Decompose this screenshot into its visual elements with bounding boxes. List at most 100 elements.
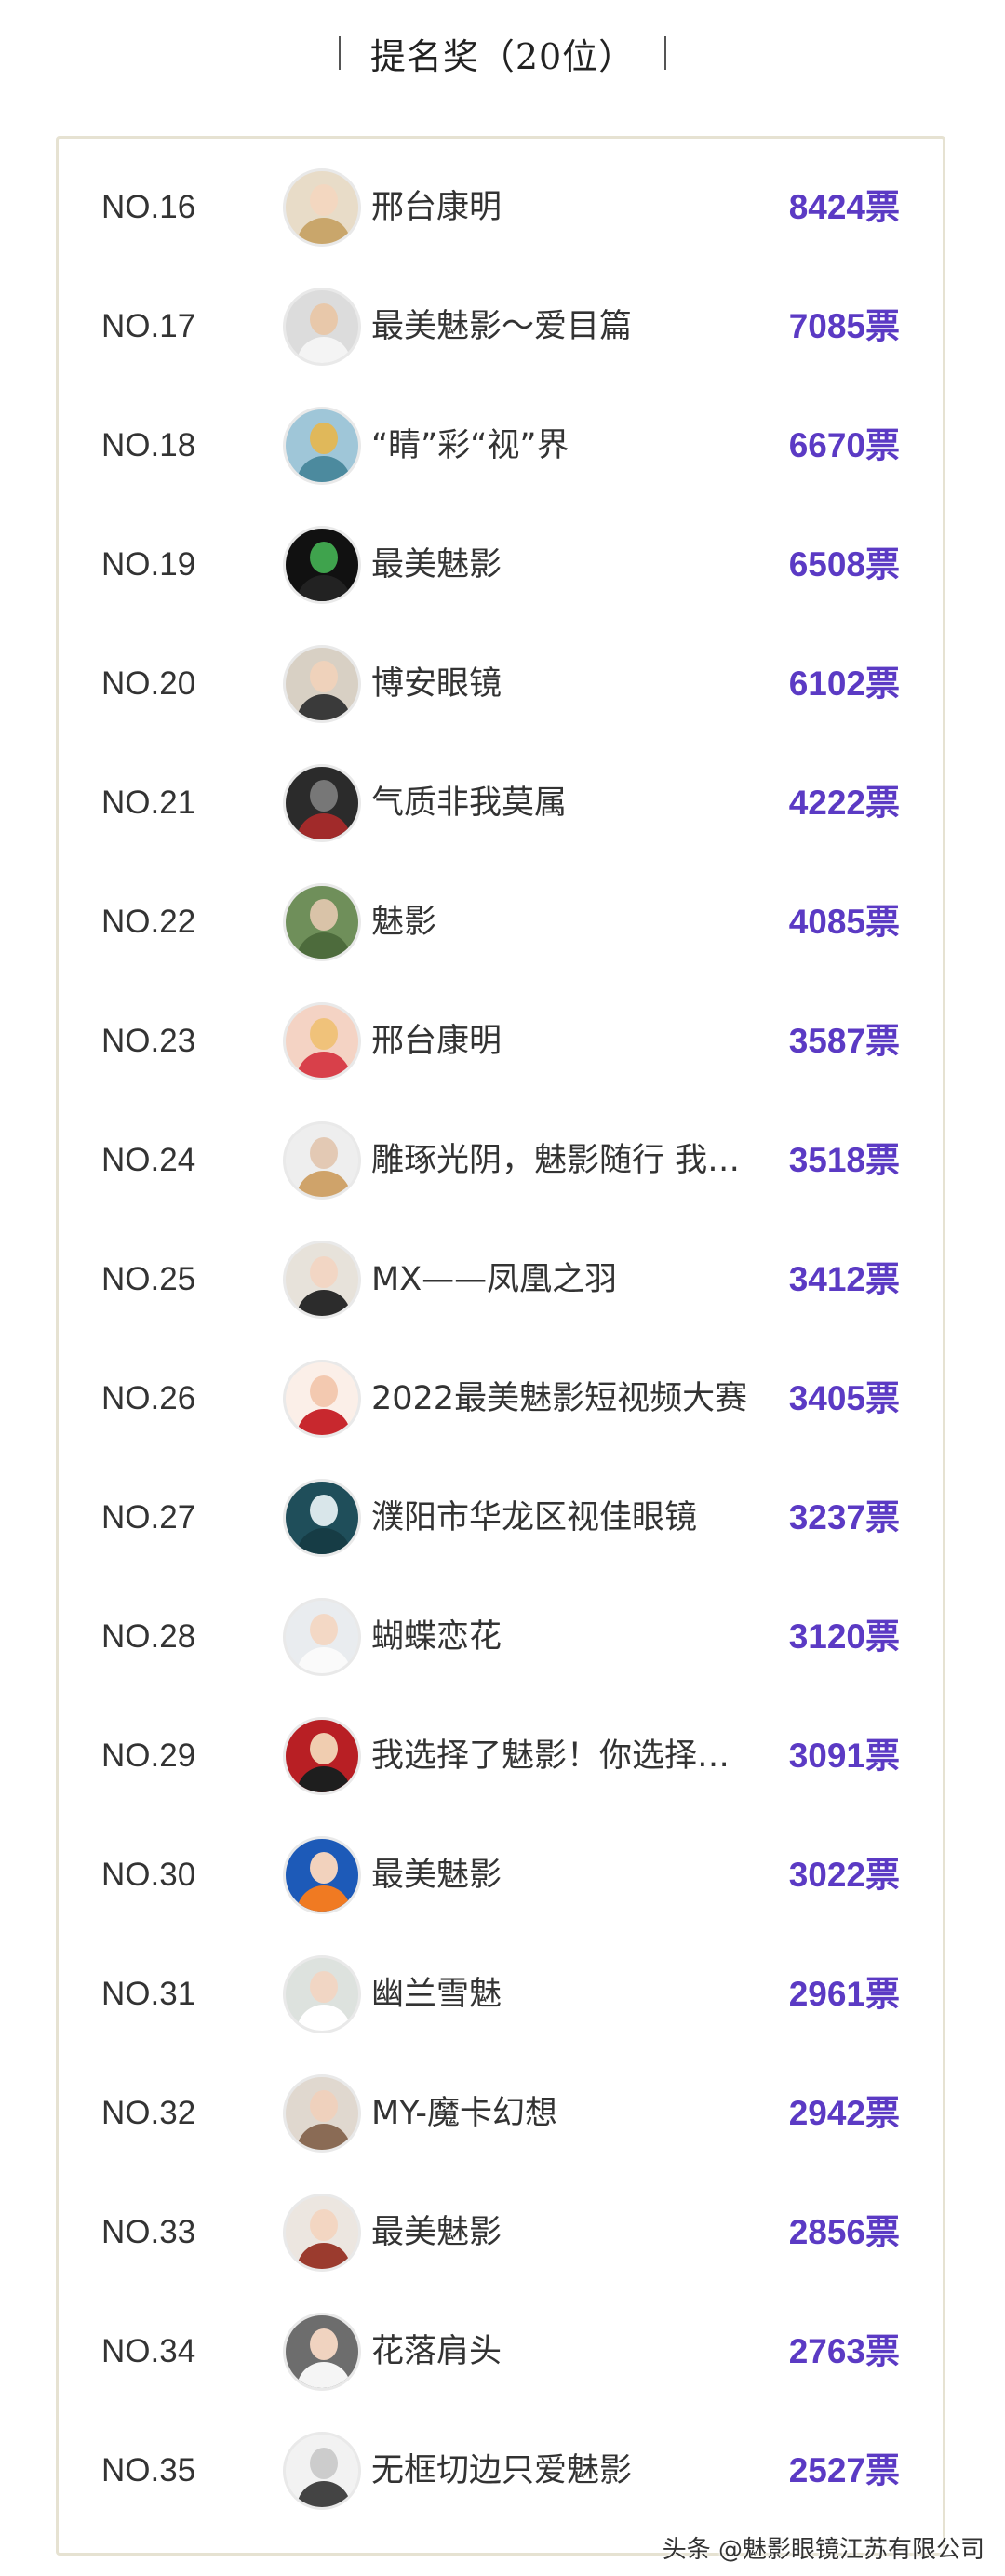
vote-number: 6102 [788,664,865,703]
nominee-name[interactable]: 气质非我莫属 [371,744,760,863]
list-item[interactable]: NO.33 最美魅影 2856票 [59,2173,943,2292]
list-item[interactable]: NO.25 MX——凤凰之羽 3412票 [59,1220,943,1339]
list-item[interactable]: NO.34 花落肩头 2763票 [59,2292,943,2411]
avatar[interactable] [283,1002,361,1080]
list-item[interactable]: NO.27 濮阳市华龙区视佳眼镜 3237票 [59,1458,943,1577]
vote-suffix: 票 [865,784,900,822]
vote-suffix: 票 [865,1617,900,1656]
avatar-body [297,1409,351,1435]
avatar[interactable] [283,645,361,723]
avatar[interactable] [283,2432,361,2510]
nominee-name[interactable]: 最美魅影～爱目篇 [371,267,760,386]
page-header: 提名奖（20位） [0,20,1005,86]
avatar[interactable] [283,2313,361,2391]
avatar-body [297,575,351,601]
nominee-name[interactable]: 最美魅影 [371,505,760,624]
avatar[interactable] [283,2194,361,2272]
list-item[interactable]: NO.21 气质非我莫属 4222票 [59,744,943,863]
nominee-name[interactable]: 蝴蝶恋花 [371,1577,760,1697]
avatar[interactable] [283,1360,361,1438]
vote-count: 4085票 [789,863,900,982]
avatar[interactable] [283,883,361,961]
list-item[interactable]: NO.17 最美魅影～爱目篇 7085票 [59,267,943,386]
nominee-list: NO.16 邢台康明 8424票 NO.17 最美魅影～爱目篇 7085票 NO.18 “睛”… [56,136,945,2556]
avatar[interactable] [283,1955,361,2033]
list-item[interactable]: NO.18 “睛”彩“视”界 6670票 [59,386,943,505]
avatar[interactable] [283,1479,361,1557]
rank-label: NO.17 [101,308,196,344]
nominee-name[interactable]: MY-魔卡幻想 [371,2054,760,2173]
vote-count: 6102票 [789,624,900,744]
nominee-name[interactable]: 最美魅影 [371,2173,760,2292]
list-item[interactable]: NO.24 雕琢光阴，魅影随行 我型我秀 3518票 [59,1101,943,1220]
list-item[interactable]: NO.28 蝴蝶恋花 3120票 [59,1577,943,1697]
avatar[interactable] [283,1836,361,1914]
nominee-name[interactable]: 魅影 [371,863,760,982]
avatar-face [310,423,338,454]
list-item[interactable]: NO.29 我选择了魅影！你选择了吗？ 3091票 [59,1697,943,1816]
avatar[interactable] [283,1598,361,1676]
avatar[interactable] [283,1121,361,1200]
vote-count: 8424票 [789,148,900,267]
avatar-body [297,1885,351,1912]
nominee-name[interactable]: 邢台康明 [371,148,760,267]
nominee-name[interactable]: 2022最美魅影短视频大赛 [371,1339,760,1458]
vote-number: 2961 [788,1975,865,2013]
avatar[interactable] [283,288,361,366]
vote-count: 6670票 [789,386,900,505]
avatar-face [310,780,338,812]
list-item[interactable]: NO.31 幽兰雪魅 2961票 [59,1935,943,2054]
avatar-face [310,1018,338,1050]
list-item[interactable]: NO.16 邢台康明 8424票 [59,148,943,267]
nominee-name[interactable]: 我选择了魅影！你选择了吗？ [371,1697,760,1816]
rank-label: NO.21 [101,785,196,821]
nominee-name[interactable]: 博安眼镜 [371,624,760,744]
nominee-name[interactable]: 最美魅影 [371,1816,760,1935]
list-item[interactable]: NO.32 MY-魔卡幻想 2942票 [59,2054,943,2173]
vote-number: 2763 [788,2332,865,2370]
page-title: 提名奖（20位） [369,35,636,77]
avatar[interactable] [283,168,361,247]
nominee-name[interactable]: 幽兰雪魅 [371,1935,760,2054]
avatar[interactable] [283,1241,361,1319]
list-item[interactable]: NO.35 无框切边只爱魅影 2527票 [59,2411,943,2530]
nominee-name[interactable]: 无框切边只爱魅影 [371,2411,760,2530]
vote-count: 2527票 [789,2411,900,2530]
avatar-body [297,337,351,363]
avatar[interactable] [283,2074,361,2153]
vote-suffix: 票 [865,903,900,941]
list-item[interactable]: NO.26 2022最美魅影短视频大赛 3405票 [59,1339,943,1458]
avatar-body [297,2005,351,2031]
vote-suffix: 票 [865,1379,900,1417]
list-item[interactable]: NO.23 邢台康明 3587票 [59,982,943,1101]
list-item[interactable]: NO.30 最美魅影 3022票 [59,1816,943,1935]
nominee-name[interactable]: “睛”彩“视”界 [371,386,760,505]
list-item[interactable]: NO.19 最美魅影 6508票 [59,505,943,624]
avatar-body [297,2124,351,2150]
avatar[interactable] [283,764,361,842]
vote-suffix: 票 [865,2332,900,2370]
list-item[interactable]: NO.20 博安眼镜 6102票 [59,624,943,744]
avatar[interactable] [283,1717,361,1795]
nominee-name[interactable]: 雕琢光阴，魅影随行 我型我秀 [371,1101,760,1220]
vote-suffix: 票 [865,2451,900,2489]
avatar-body [297,932,351,959]
vote-count: 3091票 [789,1697,900,1816]
list-item[interactable]: NO.22 魅影 4085票 [59,863,943,982]
vote-suffix: 票 [865,188,900,226]
title-divider-left [338,36,341,70]
avatar-face [310,303,338,335]
nominee-name[interactable]: 濮阳市华龙区视佳眼镜 [371,1458,760,1577]
nominee-name[interactable]: 花落肩头 [371,2292,760,2411]
rank-label: NO.32 [101,2095,196,2131]
avatar[interactable] [283,407,361,485]
avatar-face [310,1375,338,1407]
nominee-name[interactable]: 邢台康明 [371,982,760,1101]
avatar-body [297,1290,351,1316]
vote-count: 3587票 [789,982,900,1101]
avatar[interactable] [283,526,361,604]
avatar-face [310,2090,338,2122]
nominee-name[interactable]: MX——凤凰之羽 [371,1220,760,1339]
rank-label: NO.29 [101,1737,196,1774]
avatar-face [310,2328,338,2360]
